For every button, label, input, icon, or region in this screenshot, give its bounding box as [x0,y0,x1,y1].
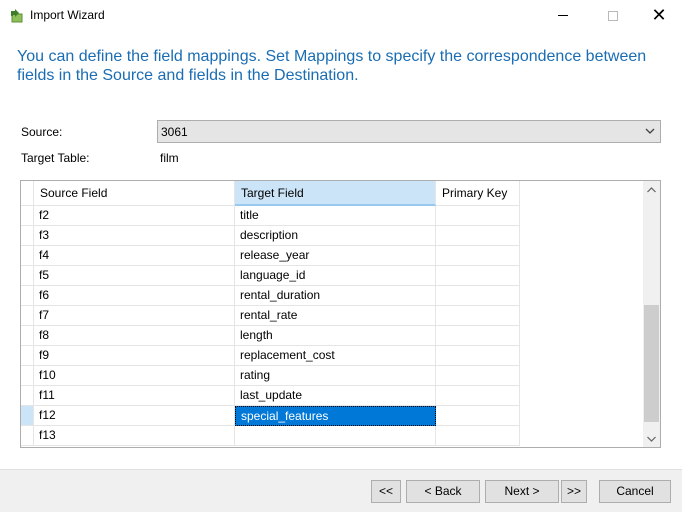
table-row[interactable]: f11 last_update [21,386,520,406]
primary-key-cell[interactable] [436,206,520,226]
table-row[interactable]: f13 [21,426,520,446]
source-field-cell[interactable]: f7 [34,306,235,326]
source-field-cell[interactable]: f5 [34,266,235,286]
row-indicator[interactable] [21,426,34,446]
minimize-icon [558,15,568,16]
target-field-cell[interactable]: length [235,326,436,346]
primary-key-cell[interactable] [436,306,520,326]
title-bar: Import Wizard ✕ [0,0,682,31]
primary-key-cell[interactable] [436,286,520,306]
last-button[interactable]: >> [561,480,587,503]
target-table-label: Target Table: [21,151,90,165]
close-icon: ✕ [651,4,667,26]
target-field-cell[interactable]: description [235,226,436,246]
primary-key-cell[interactable] [436,326,520,346]
window-title: Import Wizard [30,8,105,22]
next-button[interactable]: Next > [485,480,559,503]
primary-key-cell[interactable] [436,366,520,386]
field-mapping-grid[interactable]: Source Field Target Field Primary Key f2… [20,180,661,448]
primary-key-cell[interactable] [436,386,520,406]
target-field-cell[interactable]: release_year [235,246,436,266]
row-indicator[interactable] [21,266,34,286]
scroll-up-icon[interactable] [643,181,660,198]
row-indicator-header [21,181,34,206]
row-indicator[interactable] [21,246,34,266]
source-field-cell[interactable]: f9 [34,346,235,366]
primary-key-cell[interactable] [436,266,520,286]
row-indicator[interactable] [21,346,34,366]
target-field-cell[interactable] [235,426,436,446]
source-value: 3061 [161,125,188,139]
table-row[interactable]: f6 rental_duration [21,286,520,306]
table-row[interactable]: f4 release_year [21,246,520,266]
source-field-cell[interactable]: f8 [34,326,235,346]
source-field-cell[interactable]: f10 [34,366,235,386]
target-field-cell[interactable]: rental_duration [235,286,436,306]
maximize-button[interactable] [590,0,636,31]
table-row[interactable]: f3 description [21,226,520,246]
close-button[interactable]: ✕ [636,0,682,31]
source-field-cell[interactable]: f6 [34,286,235,306]
primary-key-cell[interactable] [436,246,520,266]
maximize-icon [608,10,618,21]
table-row[interactable]: f2 title [21,206,520,226]
source-label: Source: [21,125,63,139]
back-button[interactable]: < Back [406,480,480,503]
table-row[interactable]: f7 rental_rate [21,306,520,326]
primary-key-cell[interactable] [436,426,520,446]
target-field-cell[interactable]: replacement_cost [235,346,436,366]
table-row[interactable]: f8 length [21,326,520,346]
table-row[interactable]: f10 rating [21,366,520,386]
source-dropdown[interactable]: 3061 [157,120,661,143]
vertical-scrollbar[interactable] [643,181,660,447]
grid-header: Source Field Target Field Primary Key [21,181,641,206]
table-row[interactable]: f5 language_id [21,266,520,286]
column-header-primary-key[interactable]: Primary Key [436,181,520,206]
column-header-target-field[interactable]: Target Field [235,181,436,206]
source-field-cell[interactable]: f2 [34,206,235,226]
primary-key-cell[interactable] [436,226,520,246]
source-field-cell[interactable]: f13 [34,426,235,446]
row-indicator[interactable] [21,326,34,346]
table-row[interactable]: f9 replacement_cost [21,346,520,366]
target-field-cell[interactable]: rental_rate [235,306,436,326]
source-field-cell[interactable]: f4 [34,246,235,266]
scroll-down-icon[interactable] [643,430,660,447]
row-indicator[interactable] [21,366,34,386]
target-field-cell[interactable]: special_features [235,406,436,426]
import-arrow-icon [8,7,24,23]
source-field-cell[interactable]: f12 [34,406,235,426]
first-button[interactable]: << [371,480,401,503]
target-field-cell[interactable]: title [235,206,436,226]
source-field-cell[interactable]: f11 [34,386,235,406]
primary-key-cell[interactable] [436,406,520,426]
row-indicator[interactable] [21,206,34,226]
row-indicator[interactable] [21,406,34,426]
source-field-cell[interactable]: f3 [34,226,235,246]
column-header-source-field[interactable]: Source Field [34,181,235,206]
row-indicator[interactable] [21,386,34,406]
table-row[interactable]: f12 special_features [21,406,520,426]
target-field-cell[interactable]: language_id [235,266,436,286]
target-table-value: film [160,151,179,165]
row-indicator[interactable] [21,286,34,306]
cancel-button[interactable]: Cancel [599,480,671,503]
scrollbar-thumb[interactable] [644,305,659,422]
row-indicator[interactable] [21,306,34,326]
chevron-down-icon[interactable] [643,124,657,138]
minimize-button[interactable] [540,0,586,31]
primary-key-cell[interactable] [436,346,520,366]
instruction-text: You can define the field mappings. Set M… [17,48,647,84]
target-field-cell[interactable]: last_update [235,386,436,406]
target-field-cell[interactable]: rating [235,366,436,386]
row-indicator[interactable] [21,226,34,246]
